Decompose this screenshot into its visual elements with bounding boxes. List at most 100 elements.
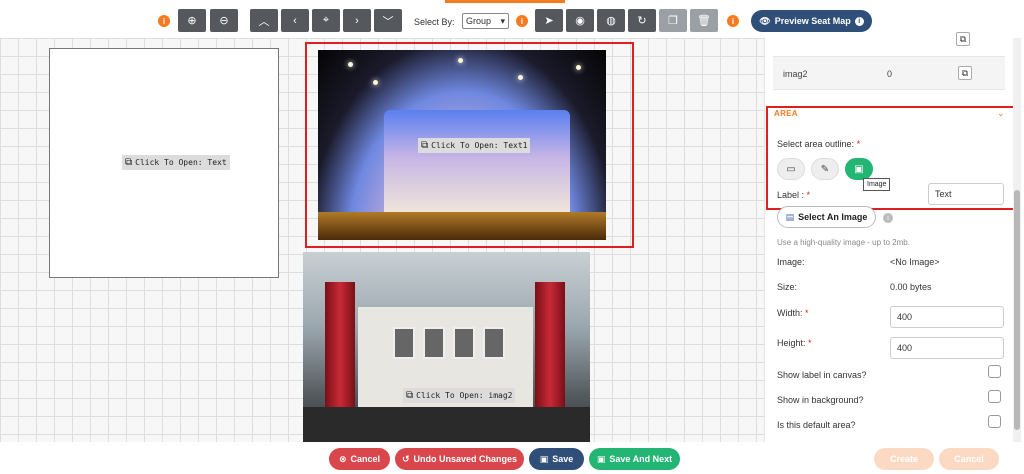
default-area-checkbox[interactable] — [988, 415, 1001, 428]
height-input[interactable]: 400 — [890, 337, 1004, 359]
copy-button[interactable]: ❐ — [659, 9, 687, 32]
outline-rectangle-button[interactable]: ▭ — [777, 158, 805, 180]
hide-button[interactable]: ◉ — [566, 9, 594, 32]
chevron-down-icon: ▾ — [500, 15, 505, 26]
list-item-name: imag2 — [783, 69, 808, 79]
create-button[interactable]: Create — [874, 448, 934, 470]
save-icon: ▣ — [539, 453, 549, 464]
outline-draw-button[interactable]: ✎ — [811, 158, 839, 180]
undo-button[interactable]: ↺ Undo Unsaved Changes — [395, 448, 524, 470]
width-input[interactable]: 400 — [890, 306, 1004, 328]
trash-icon: 🗑 — [697, 15, 711, 27]
show-background-checkbox[interactable] — [988, 390, 1001, 403]
external-link-icon[interactable]: ⧉ — [958, 66, 972, 80]
show-background-label: Show in background? — [777, 395, 864, 405]
image-tooltip: Image — [863, 178, 891, 191]
info-icon: i — [854, 16, 864, 26]
save-button[interactable]: ▣ Save — [529, 448, 584, 470]
move-left-button[interactable]: ‹ — [281, 9, 309, 32]
chevron-down-icon[interactable]: ⌄ — [997, 108, 1005, 119]
accent-bar — [445, 0, 565, 3]
seat-map-canvas[interactable]: ⧉ Click To Open: Text ⧉ Click To Open: T… — [0, 38, 764, 442]
undo-icon: ↺ — [401, 453, 410, 464]
list-item-count: 0 — [887, 69, 893, 79]
outline-image-button[interactable]: ▣ — [845, 158, 873, 180]
image-icon: ▣ — [854, 163, 864, 175]
panel-scrollbar-thumb[interactable] — [1014, 190, 1020, 430]
size-value: 0.00 bytes — [890, 282, 932, 292]
area-imag2-image[interactable]: ⧉ Click To Open: imag2 — [303, 252, 590, 442]
save-icon: ▣ — [596, 453, 606, 464]
center-button[interactable]: ⌖ — [312, 9, 340, 32]
palette-icon: ◍ — [606, 15, 616, 27]
open-area-label: Click To Open: imag2 — [416, 391, 513, 400]
select-by-label: Select By: — [414, 17, 455, 27]
cursor-icon: ➤ — [544, 15, 554, 27]
crosshair-icon: ⌖ — [322, 14, 330, 26]
select-tool-button[interactable]: ➤ — [535, 9, 563, 32]
open-area-tag[interactable]: ⧉ Click To Open: imag2 — [403, 388, 516, 403]
close-circle-icon: ⊗ — [338, 453, 347, 464]
external-link-icon[interactable]: ⧉ — [956, 32, 970, 46]
area-outline-label: Select area outline: * — [777, 139, 861, 149]
height-label: Height: * — [777, 338, 812, 348]
move-down-button[interactable]: ﹀ — [374, 9, 402, 32]
rotate-icon: ↻ — [637, 15, 647, 27]
area-label-label: Label : * — [777, 190, 811, 200]
rectangle-icon: ▭ — [786, 163, 796, 175]
save-and-next-button[interactable]: ▣ Save And Next — [589, 448, 680, 470]
top-toolbar: i ⊕ ⊖ ︿ ‹ ⌖ › ﹀ Select By: Group ▾ i ➤ ◉… — [0, 0, 1024, 38]
cancel-secondary-label: Cancel — [954, 454, 984, 464]
zoom-out-icon: ⊖ — [219, 15, 229, 27]
preview-label: Preview Seat Map — [774, 16, 851, 26]
select-image-label: Select An Image — [798, 212, 868, 222]
area-section-title[interactable]: AREA — [774, 109, 798, 118]
delete-button[interactable]: 🗑 — [690, 9, 718, 32]
area-text-shape[interactable]: ⧉ Click To Open: Text — [49, 48, 279, 278]
cancel-button[interactable]: ⊗ Cancel — [329, 448, 390, 470]
info-icon[interactable]: i — [727, 15, 739, 27]
save-label: Save — [552, 454, 574, 464]
copy-icon: ❐ — [668, 15, 678, 27]
info-icon[interactable]: i — [158, 15, 170, 27]
chevron-down-icon: ﹀ — [382, 15, 394, 28]
show-label-canvas-checkbox[interactable] — [988, 365, 1001, 378]
info-icon[interactable]: i — [516, 15, 528, 27]
cancel-label: Cancel — [350, 454, 381, 464]
zoom-out-button[interactable]: ⊖ — [210, 9, 238, 32]
move-right-button[interactable]: › — [343, 9, 371, 32]
image-label: Image: — [777, 257, 805, 267]
chevron-right-icon: › — [355, 14, 359, 27]
select-by-value: Group — [466, 16, 492, 26]
image-icon: ▤ — [785, 211, 795, 222]
pencil-icon: ✎ — [820, 163, 830, 175]
default-area-label: Is this default area? — [777, 420, 856, 430]
show-label-canvas-label: Show label in canvas? — [777, 370, 867, 380]
image-value: <No Image> — [890, 257, 940, 267]
undo-label: Undo Unsaved Changes — [413, 454, 518, 464]
color-button[interactable]: ◍ — [597, 9, 625, 32]
save-next-label: Save And Next — [609, 454, 673, 464]
image-hint: Use a high-quality image - up to 2mb. — [777, 238, 910, 247]
width-label: Width: * — [777, 308, 809, 318]
rotate-button[interactable]: ↻ — [628, 9, 656, 32]
preview-seat-map-button[interactable]: 👁 Preview Seat Map i — [751, 10, 872, 32]
zoom-in-icon: ⊕ — [187, 15, 197, 27]
eye-icon: 👁 — [759, 15, 771, 26]
info-icon[interactable]: i — [883, 213, 893, 223]
select-by-dropdown[interactable]: Group ▾ — [462, 13, 509, 29]
open-area-label: Click To Open: Text — [135, 158, 227, 167]
external-link-icon: ⧉ — [125, 157, 133, 168]
select-image-button[interactable]: ▤ Select An Image — [777, 206, 876, 228]
cancel-button-secondary[interactable]: Cancel — [939, 448, 999, 470]
chevron-left-icon: ‹ — [293, 14, 297, 27]
external-link-icon: ⧉ — [406, 390, 414, 401]
size-label: Size: — [777, 282, 798, 292]
zoom-in-button[interactable]: ⊕ — [178, 9, 206, 32]
chevron-up-icon: ︿ — [258, 15, 270, 28]
selected-highlight-frame — [305, 42, 634, 248]
create-label: Create — [889, 454, 918, 464]
open-area-tag[interactable]: ⧉ Click To Open: Text — [122, 155, 230, 170]
area-label-input[interactable]: Text — [928, 183, 1004, 205]
move-up-button[interactable]: ︿ — [250, 9, 278, 32]
